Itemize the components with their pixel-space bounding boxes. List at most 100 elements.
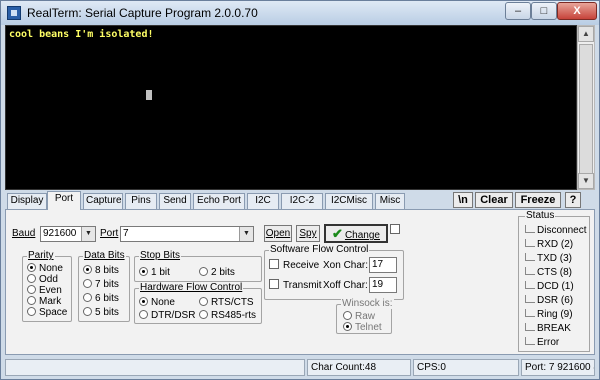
maximize-button[interactable]: □ <box>531 2 557 20</box>
status-group: Status Disconnect RXD (2) TXD (3) CTS (8… <box>518 210 590 352</box>
tab-i2c[interactable]: I2C <box>247 193 279 209</box>
winsock-raw-radio[interactable]: Raw <box>343 311 375 322</box>
close-button[interactable]: X <box>557 2 597 20</box>
data-bits-group: Data Bits 8 bits 7 bits 6 bits 5 bits <box>78 250 130 322</box>
status-error: Error <box>525 337 559 348</box>
hw-flow-dtrdsr-radio[interactable]: DTR/DSR <box>139 310 195 321</box>
parity-title: Parity <box>27 250 55 261</box>
minimize-button[interactable]: – <box>505 2 531 20</box>
scroll-down-arrow-icon[interactable]: ▼ <box>578 173 594 189</box>
transmit-checkbox[interactable]: Transmit <box>269 279 322 292</box>
port-panel: Baud 921600 ▼ Port 7 ▼ Open Spy ✔ Change … <box>5 209 595 355</box>
baud-select[interactable]: 921600 ▼ <box>40 226 96 242</box>
xoff-input[interactable]: 19 <box>369 277 397 293</box>
parity-space-radio[interactable]: Space <box>27 307 67 318</box>
change-label: Change <box>344 230 380 241</box>
status-break: BREAK <box>525 323 571 334</box>
clear-button[interactable]: Clear <box>475 192 513 208</box>
port-label: Port <box>100 228 119 239</box>
status-led-icon <box>525 267 535 275</box>
status-led-icon <box>525 337 535 345</box>
baud-label: Baud <box>12 228 36 239</box>
parity-odd-radio[interactable]: Odd <box>27 274 58 285</box>
data-bits-8-radio[interactable]: 8 bits <box>83 265 119 276</box>
status-led-icon <box>525 323 535 331</box>
tab-port[interactable]: Port <box>47 191 81 210</box>
chevron-down-icon[interactable]: ▼ <box>81 227 95 241</box>
tab-display[interactable]: Display <box>7 193 47 209</box>
freeze-button[interactable]: Freeze <box>515 192 561 208</box>
text-cursor <box>146 90 152 100</box>
scroll-thumb[interactable] <box>579 44 593 174</box>
hw-flow-rs485-radio[interactable]: RS485-rts <box>199 310 256 321</box>
status-led-icon <box>525 239 535 247</box>
winsock-title: Winsock is: <box>341 298 394 309</box>
status-dcd: DCD (1) <box>525 281 574 292</box>
status-led-icon <box>525 281 535 289</box>
status-bar: Char Count:48 CPS:0 Port: 7 921600 8N1 N… <box>5 357 595 377</box>
tab-i2cmisc[interactable]: I2CMisc <box>325 193 373 209</box>
status-dsr: DSR (6) <box>525 295 573 306</box>
change-button[interactable]: ✔ Change <box>324 224 388 243</box>
status-ring: Ring (9) <box>525 309 573 320</box>
xon-label: Xon Char: <box>323 260 369 271</box>
data-bits-6-radio[interactable]: 6 bits <box>83 293 119 304</box>
port-select[interactable]: 7 ▼ <box>120 226 254 242</box>
baud-value: 921600 <box>43 228 77 239</box>
stop-bits-1-radio[interactable]: 1 bit <box>139 267 170 278</box>
cps-readout: CPS:0 <box>413 359 519 376</box>
status-cts: CTS (8) <box>525 267 572 278</box>
tab-pins[interactable]: Pins <box>125 193 157 209</box>
data-bits-title: Data Bits <box>83 250 126 261</box>
parity-group: Parity None Odd Even Mark Space <box>22 250 72 322</box>
status-rxd: RXD (2) <box>525 239 573 250</box>
sw-flow-group: Software Flow Control Receive Xon Char: … <box>264 244 404 300</box>
chevron-down-icon[interactable]: ▼ <box>239 227 253 241</box>
hw-flow-none-radio[interactable]: None <box>139 297 175 308</box>
vertical-scrollbar[interactable]: ▲ ▼ <box>577 25 595 190</box>
open-label: Open <box>265 228 291 239</box>
tab-echo-port[interactable]: Echo Port <box>193 193 245 209</box>
scroll-up-arrow-icon[interactable]: ▲ <box>578 26 594 42</box>
status-led-icon <box>525 225 535 233</box>
stop-bits-title: Stop Bits <box>139 250 182 261</box>
statusbar-blank-pane <box>5 359 305 376</box>
checkbox-box[interactable] <box>390 224 400 234</box>
xon-input[interactable]: 17 <box>369 257 397 273</box>
data-bits-5-radio[interactable]: 5 bits <box>83 307 119 318</box>
tab-strip: Display Port Capture Pins Send Echo Port… <box>5 191 595 210</box>
change-checkbox[interactable] <box>390 224 400 237</box>
char-count: Char Count:48 <box>307 359 411 376</box>
terminal-display[interactable]: cool beans I'm isolated! <box>5 25 577 190</box>
port-info: Port: 7 921600 8N1 Non <box>521 359 595 376</box>
winsock-telnet-radio[interactable]: Telnet <box>343 322 382 333</box>
status-disconnect[interactable]: Disconnect <box>525 225 586 236</box>
stop-bits-group: Stop Bits 1 bit 2 bits <box>134 250 262 282</box>
realterm-window: RealTerm: Serial Capture Program 2.0.0.7… <box>0 0 600 380</box>
parity-none-radio[interactable]: None <box>27 263 63 274</box>
status-led-icon <box>525 295 535 303</box>
status-led-icon <box>525 309 535 317</box>
tab-misc[interactable]: Misc <box>375 193 405 209</box>
stop-bits-2-radio[interactable]: 2 bits <box>199 267 235 278</box>
tab-capture[interactable]: Capture <box>83 193 123 209</box>
receive-checkbox[interactable]: Receive <box>269 259 319 272</box>
tab-i2c-2[interactable]: I2C-2 <box>281 193 323 209</box>
terminal-output: cool beans I'm isolated! <box>9 29 154 40</box>
status-title: Status <box>525 210 556 221</box>
hw-flow-group: Hardware Flow Control None RTS/CTS DTR/D… <box>134 282 262 324</box>
window-title: RealTerm: Serial Capture Program 2.0.0.7… <box>27 6 258 20</box>
parity-mark-radio[interactable]: Mark <box>27 296 61 307</box>
newline-button[interactable]: \n <box>453 192 473 208</box>
help-button[interactable]: ? <box>565 192 581 208</box>
spy-button[interactable]: Spy <box>296 225 320 242</box>
hw-flow-rtscts-radio[interactable]: RTS/CTS <box>199 297 254 308</box>
title-bar[interactable]: RealTerm: Serial Capture Program 2.0.0.7… <box>1 1 599 25</box>
data-bits-7-radio[interactable]: 7 bits <box>83 279 119 290</box>
tab-send[interactable]: Send <box>159 193 191 209</box>
spy-label: Spy <box>299 228 317 239</box>
parity-even-radio[interactable]: Even <box>27 285 62 296</box>
open-button[interactable]: Open <box>264 225 292 242</box>
status-txd: TXD (3) <box>525 253 572 264</box>
status-led-icon <box>525 253 535 261</box>
